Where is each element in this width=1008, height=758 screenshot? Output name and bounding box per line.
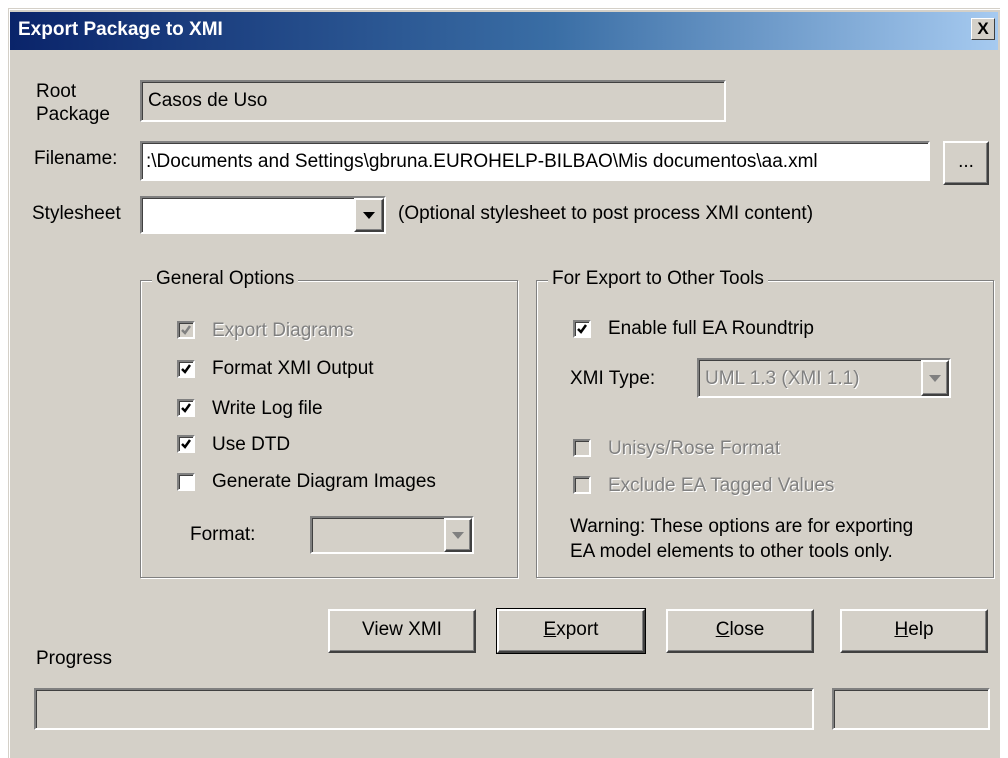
export-other-tools-title: For Export to Other Tools bbox=[548, 268, 768, 290]
write-log-file-label: Write Log file bbox=[212, 398, 323, 419]
format-xmi-output-checkbox[interactable] bbox=[177, 360, 195, 378]
format-xmi-output-label: Format XMI Output bbox=[212, 358, 374, 379]
chevron-down-icon bbox=[929, 375, 941, 382]
root-package-label: Root Package bbox=[36, 80, 110, 126]
close-button[interactable]: Close bbox=[666, 609, 814, 653]
checkmark-icon bbox=[181, 403, 192, 413]
format-label: Format: bbox=[190, 524, 256, 545]
window-title: Export Package to XMI bbox=[18, 19, 223, 40]
format-dropdown[interactable] bbox=[310, 516, 474, 554]
export-label-rest: xport bbox=[556, 619, 599, 640]
close-window-button[interactable]: X bbox=[971, 18, 995, 40]
export-warning-text: Warning: These options are for exporting… bbox=[570, 514, 913, 564]
stylesheet-hint: (Optional stylesheet to post process XMI… bbox=[398, 203, 814, 224]
help-label-rest: elp bbox=[908, 619, 934, 640]
checkmark-icon bbox=[181, 439, 192, 449]
enable-roundtrip-label: Enable full EA Roundtrip bbox=[608, 318, 814, 339]
progress-bar bbox=[34, 688, 814, 730]
chevron-down-icon bbox=[452, 532, 464, 539]
root-package-label-line1: Root bbox=[36, 81, 77, 102]
checkmark-icon bbox=[181, 325, 192, 335]
filename-input[interactable]: :\Documents and Settings\gbruna.EUROHELP… bbox=[140, 141, 930, 181]
view-xmi-button[interactable]: View XMI bbox=[328, 609, 476, 653]
use-dtd-checkbox[interactable] bbox=[177, 435, 195, 453]
stylesheet-label: Stylesheet bbox=[32, 203, 121, 224]
use-dtd-label: Use DTD bbox=[212, 434, 291, 455]
export-diagrams-checkbox[interactable] bbox=[177, 321, 195, 339]
general-options-title: General Options bbox=[152, 268, 299, 290]
stylesheet-dropdown[interactable] bbox=[140, 196, 386, 234]
generate-diagram-images-checkbox[interactable] bbox=[177, 473, 195, 491]
export-mnemonic: E bbox=[543, 619, 557, 640]
root-package-value: Casos de Uso bbox=[148, 90, 268, 111]
write-log-file-checkbox[interactable] bbox=[177, 399, 195, 417]
stylesheet-dropdown-arrow[interactable] bbox=[354, 198, 384, 232]
filename-value: :\Documents and Settings\gbruna.EUROHELP… bbox=[146, 151, 818, 172]
exclude-tagged-values-checkbox[interactable] bbox=[573, 476, 591, 494]
progress-label: Progress bbox=[36, 648, 113, 669]
close-mnemonic: C bbox=[715, 619, 730, 640]
close-button-label: Close bbox=[716, 619, 765, 640]
xmi-type-value: UML 1.3 (XMI 1.1) bbox=[705, 368, 860, 389]
exclude-tagged-values-label: Exclude EA Tagged Values bbox=[608, 475, 835, 496]
root-package-label-line2: Package bbox=[36, 104, 110, 125]
chevron-down-icon bbox=[363, 212, 375, 219]
checkmark-icon bbox=[181, 364, 192, 374]
export-button[interactable]: Export bbox=[496, 608, 646, 654]
warning-line-1: Warning: These options are for exporting bbox=[570, 516, 914, 537]
xmi-type-label: XMI Type: bbox=[570, 368, 656, 389]
filename-label: Filename: bbox=[34, 148, 118, 169]
help-mnemonic: H bbox=[894, 619, 909, 640]
root-package-field: Casos de Uso bbox=[140, 80, 726, 122]
xmi-type-dropdown-arrow[interactable] bbox=[921, 360, 949, 396]
help-button-label: Help bbox=[894, 619, 933, 640]
progress-status-box bbox=[832, 688, 990, 730]
generate-diagram-images-label: Generate Diagram Images bbox=[212, 471, 436, 492]
export-diagrams-label: Export Diagrams bbox=[212, 320, 354, 341]
unisys-rose-checkbox[interactable] bbox=[573, 439, 591, 457]
browse-button[interactable]: ... bbox=[943, 141, 989, 185]
close-label-rest: lose bbox=[729, 619, 765, 640]
warning-line-2: EA model elements to other tools only. bbox=[570, 541, 893, 562]
checkmark-icon bbox=[577, 324, 588, 334]
export-button-label: Export bbox=[544, 619, 599, 640]
format-dropdown-arrow[interactable] bbox=[444, 518, 472, 552]
help-button[interactable]: Help bbox=[840, 609, 988, 653]
enable-roundtrip-checkbox[interactable] bbox=[573, 320, 591, 338]
xmi-type-dropdown[interactable]: UML 1.3 (XMI 1.1) bbox=[697, 358, 951, 398]
unisys-rose-label: Unisys/Rose Format bbox=[608, 438, 781, 459]
